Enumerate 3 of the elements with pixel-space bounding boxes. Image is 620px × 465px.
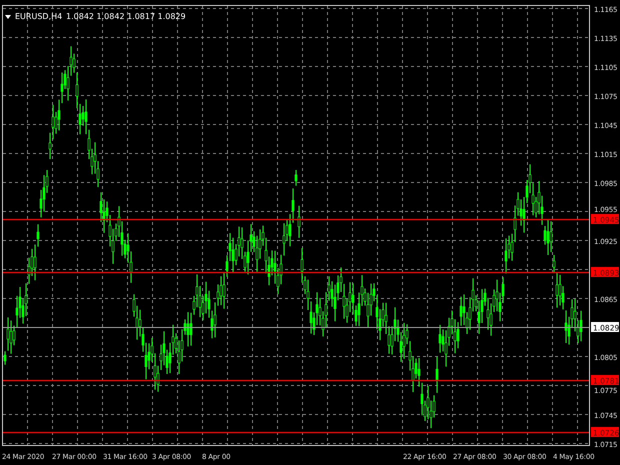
dropdown-icon[interactable] — [5, 15, 11, 19]
symbol-label: EURUSD,H4 — [15, 12, 62, 21]
ohlc-values: 1.0842 1.0842 1.0817 1.0829 — [66, 12, 186, 21]
